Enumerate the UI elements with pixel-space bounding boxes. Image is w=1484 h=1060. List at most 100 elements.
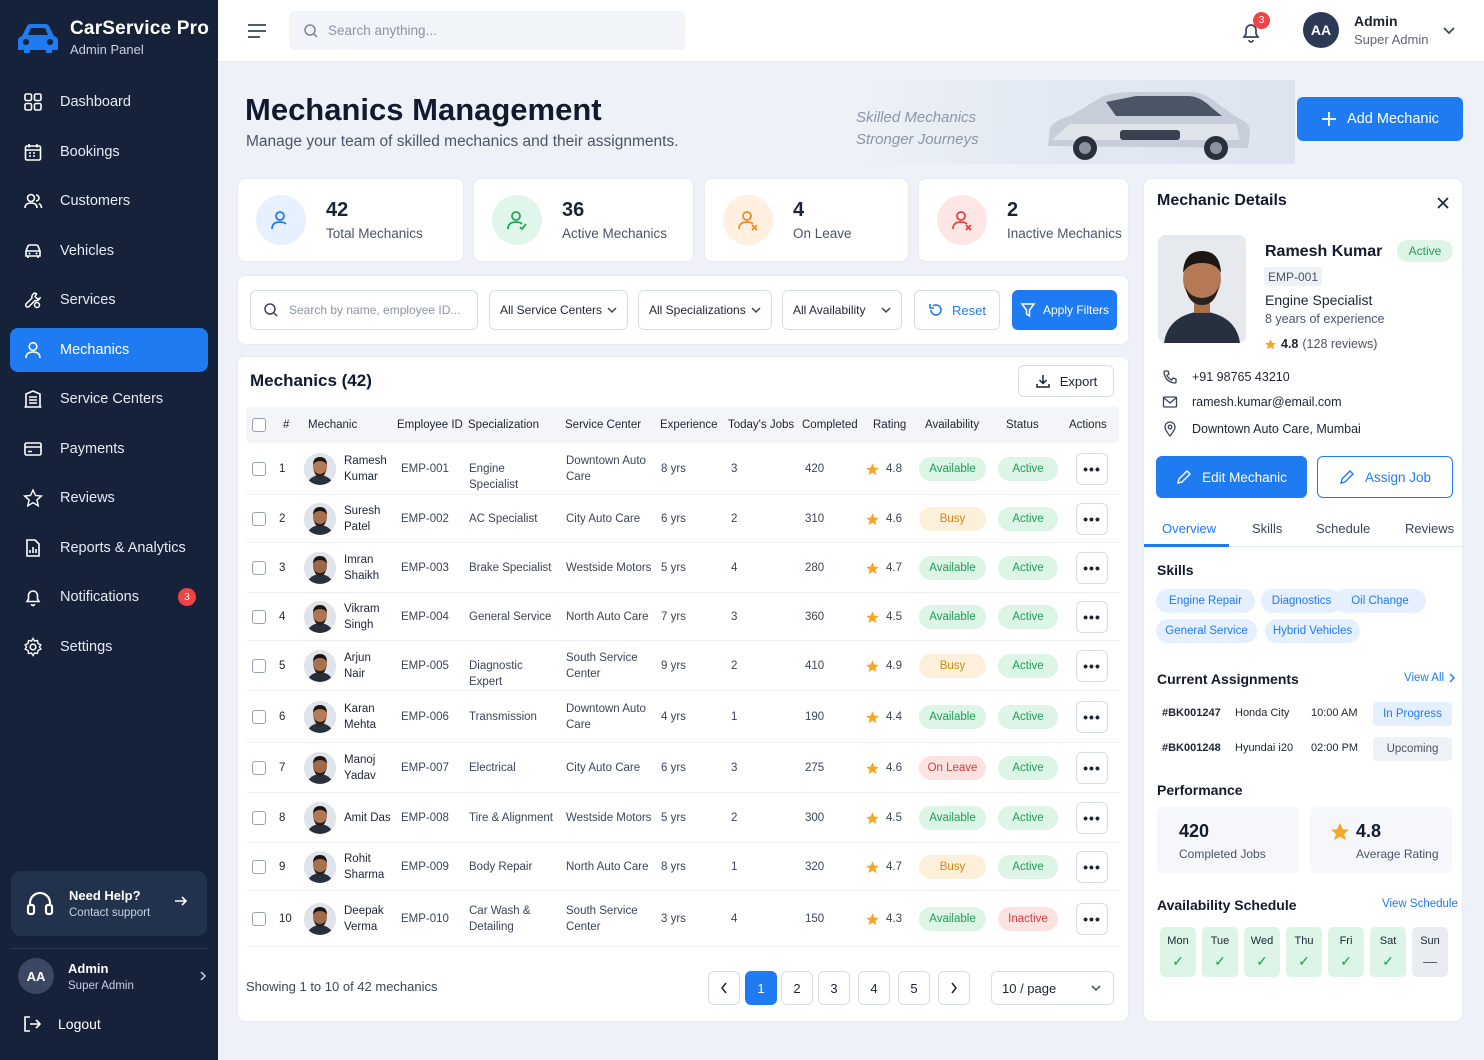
tab-overview[interactable]: Overview xyxy=(1162,521,1216,536)
select-all-checkbox[interactable] xyxy=(252,418,266,432)
page-button[interactable]: 5 xyxy=(898,971,930,1005)
sidebar-item-services[interactable]: Services xyxy=(10,278,208,322)
select-value: All Service Centers xyxy=(500,303,603,317)
first-name: Arjun xyxy=(344,652,371,664)
more-actions-button[interactable]: ••• xyxy=(1076,802,1108,834)
row-checkbox[interactable] xyxy=(252,761,266,775)
availability-select[interactable]: All Availability xyxy=(782,290,902,330)
star-icon xyxy=(865,462,880,477)
table-row[interactable]: 8 Amit Das EMP-008 Tire & Alignment Westside… xyxy=(246,793,1119,843)
row-checkbox[interactable] xyxy=(252,912,266,926)
row-checkbox[interactable] xyxy=(252,512,266,526)
row-checkbox[interactable] xyxy=(252,610,266,624)
logout-button[interactable]: Logout xyxy=(22,1014,101,1034)
row-checkbox[interactable] xyxy=(252,710,266,724)
help-card[interactable]: Need Help? Contact support xyxy=(11,871,207,936)
tab-schedule[interactable]: Schedule xyxy=(1316,521,1370,536)
sidebar-item-dashboard[interactable]: Dashboard xyxy=(10,80,208,124)
sidebar-item-notifications[interactable]: Notifications 3 xyxy=(10,575,208,619)
row-checkbox[interactable] xyxy=(252,860,266,874)
table-row[interactable]: 4 Vikram Singh EMP-004 General Service North … xyxy=(246,593,1119,641)
more-actions-button[interactable]: ••• xyxy=(1076,453,1108,485)
booking-time: 10:00 AM xyxy=(1311,707,1358,719)
tab-reviews[interactable]: Reviews xyxy=(1405,521,1454,536)
more-actions-button[interactable]: ••• xyxy=(1076,752,1108,784)
sidebar-item-customers[interactable]: Customers xyxy=(10,179,208,223)
view-all-link[interactable]: View All xyxy=(1404,672,1456,684)
page-button[interactable]: 4 xyxy=(858,971,890,1005)
sidebar-item-bookings[interactable]: Bookings xyxy=(10,130,208,174)
more-actions-button[interactable]: ••• xyxy=(1076,552,1108,584)
rating-value: 4.9 xyxy=(886,660,902,672)
apply-filters-button[interactable]: Apply Filters xyxy=(1012,290,1117,330)
reset-button[interactable]: Reset xyxy=(914,290,1000,330)
sidebar-item-settings[interactable]: Settings xyxy=(10,625,208,669)
row-checkbox[interactable] xyxy=(252,811,266,825)
check-icon: ✓ xyxy=(1340,953,1352,969)
location-pin-icon xyxy=(1162,421,1178,437)
table-row[interactable]: 5 Arjun Nair EMP-005 Diagnostic Expert South … xyxy=(246,641,1119,691)
sidebar-item-payments[interactable]: Payments xyxy=(10,427,208,471)
table-row[interactable]: 3 Imran Shaikh EMP-003 Brake Specialist Wests… xyxy=(246,543,1119,593)
service-center: City Auto Care xyxy=(566,762,641,774)
column-header-mechanic: Mechanic xyxy=(308,419,358,431)
sidebar-user[interactable]: AA Admin Super Admin xyxy=(18,958,208,994)
mechanic-name: Karan Mehta xyxy=(344,701,376,733)
schedule-day-sun: Sun — xyxy=(1412,927,1448,977)
table-row[interactable]: 9 Rohit Sharma EMP-009 Body Repair North Auto… xyxy=(246,843,1119,891)
email-address: ramesh.kumar@email.com xyxy=(1192,395,1342,409)
rating-value: 4.5 xyxy=(886,812,902,824)
table-row[interactable]: 2 Suresh Patel EMP-002 AC Specialist City Aut… xyxy=(246,495,1119,543)
tab-skills[interactable]: Skills xyxy=(1252,521,1282,536)
chevron-down-icon[interactable] xyxy=(1442,26,1456,36)
pagination-prev-button[interactable] xyxy=(708,971,740,1005)
more-actions-button[interactable]: ••• xyxy=(1076,701,1108,733)
table-row[interactable]: 7 Manoj Yadav EMP-007 Electrical City Auto Ca… xyxy=(246,743,1119,793)
hamburger-menu-icon[interactable] xyxy=(246,22,268,40)
more-actions-button[interactable]: ••• xyxy=(1076,601,1108,633)
email-line[interactable]: ramesh.kumar@email.com xyxy=(1162,395,1342,409)
experience: 9 yrs xyxy=(661,660,686,672)
view-schedule-link[interactable]: View Schedule xyxy=(1382,898,1458,910)
service-center-select[interactable]: All Service Centers xyxy=(489,290,628,330)
add-mechanic-button[interactable]: Add Mechanic xyxy=(1297,97,1463,141)
table-row[interactable]: 6 Karan Mehta EMP-006 Transmission Downtown A… xyxy=(246,691,1119,743)
row-checkbox[interactable] xyxy=(252,561,266,575)
row-checkbox[interactable] xyxy=(252,659,266,673)
mechanic-search-input[interactable]: Search by name, employee ID... xyxy=(250,290,478,330)
global-search-input[interactable]: Search anything... xyxy=(289,11,685,50)
status-badge: Active xyxy=(998,806,1058,830)
completed-jobs: 420 xyxy=(805,463,825,475)
sidebar-item-reports-analytics[interactable]: Reports & Analytics xyxy=(10,526,208,570)
brand[interactable]: CarService Pro Admin Panel xyxy=(16,18,209,57)
per-page-select[interactable]: 10 / page xyxy=(991,971,1114,1005)
edit-mechanic-button[interactable]: Edit Mechanic xyxy=(1156,456,1307,498)
pagination-next-button[interactable] xyxy=(938,971,970,1005)
sidebar-item-service-centers[interactable]: Service Centers xyxy=(10,377,208,421)
page-button[interactable]: 1 xyxy=(745,971,777,1005)
page-button[interactable]: 3 xyxy=(818,971,850,1005)
top-user-info[interactable]: Admin Super Admin xyxy=(1354,13,1428,47)
table-row[interactable]: 1 Ramesh Kumar EMP-001 Engine Specialist Down… xyxy=(246,443,1119,495)
more-actions-button[interactable]: ••• xyxy=(1076,650,1108,682)
page-button[interactable]: 2 xyxy=(781,971,813,1005)
export-button[interactable]: Export xyxy=(1018,365,1114,397)
sidebar-item-vehicles[interactable]: Vehicles xyxy=(10,229,208,273)
more-actions-button[interactable]: ••• xyxy=(1076,903,1108,935)
stat-label: Inactive Mechanics xyxy=(1007,226,1122,241)
more-actions-button[interactable]: ••• xyxy=(1076,851,1108,883)
first-name: Manoj xyxy=(344,754,376,766)
close-icon[interactable] xyxy=(1436,196,1450,210)
more-actions-button[interactable]: ••• xyxy=(1076,503,1108,535)
column-header-number: # xyxy=(283,419,290,431)
specialization-select[interactable]: All Specializations xyxy=(638,290,772,330)
assign-job-button[interactable]: Assign Job xyxy=(1317,456,1453,498)
phone-line[interactable]: +91 98765 43210 xyxy=(1162,369,1290,385)
avatar[interactable]: AA xyxy=(1303,12,1339,48)
row-number: 2 xyxy=(279,513,286,525)
sidebar-item-reviews[interactable]: Reviews xyxy=(10,476,208,520)
todays-jobs: 3 xyxy=(731,762,738,774)
sidebar-item-mechanics[interactable]: Mechanics xyxy=(10,327,208,372)
table-row[interactable]: 10 Deepak Verma EMP-010 Car Wash & Detailing… xyxy=(246,891,1119,947)
row-checkbox[interactable] xyxy=(252,462,266,476)
